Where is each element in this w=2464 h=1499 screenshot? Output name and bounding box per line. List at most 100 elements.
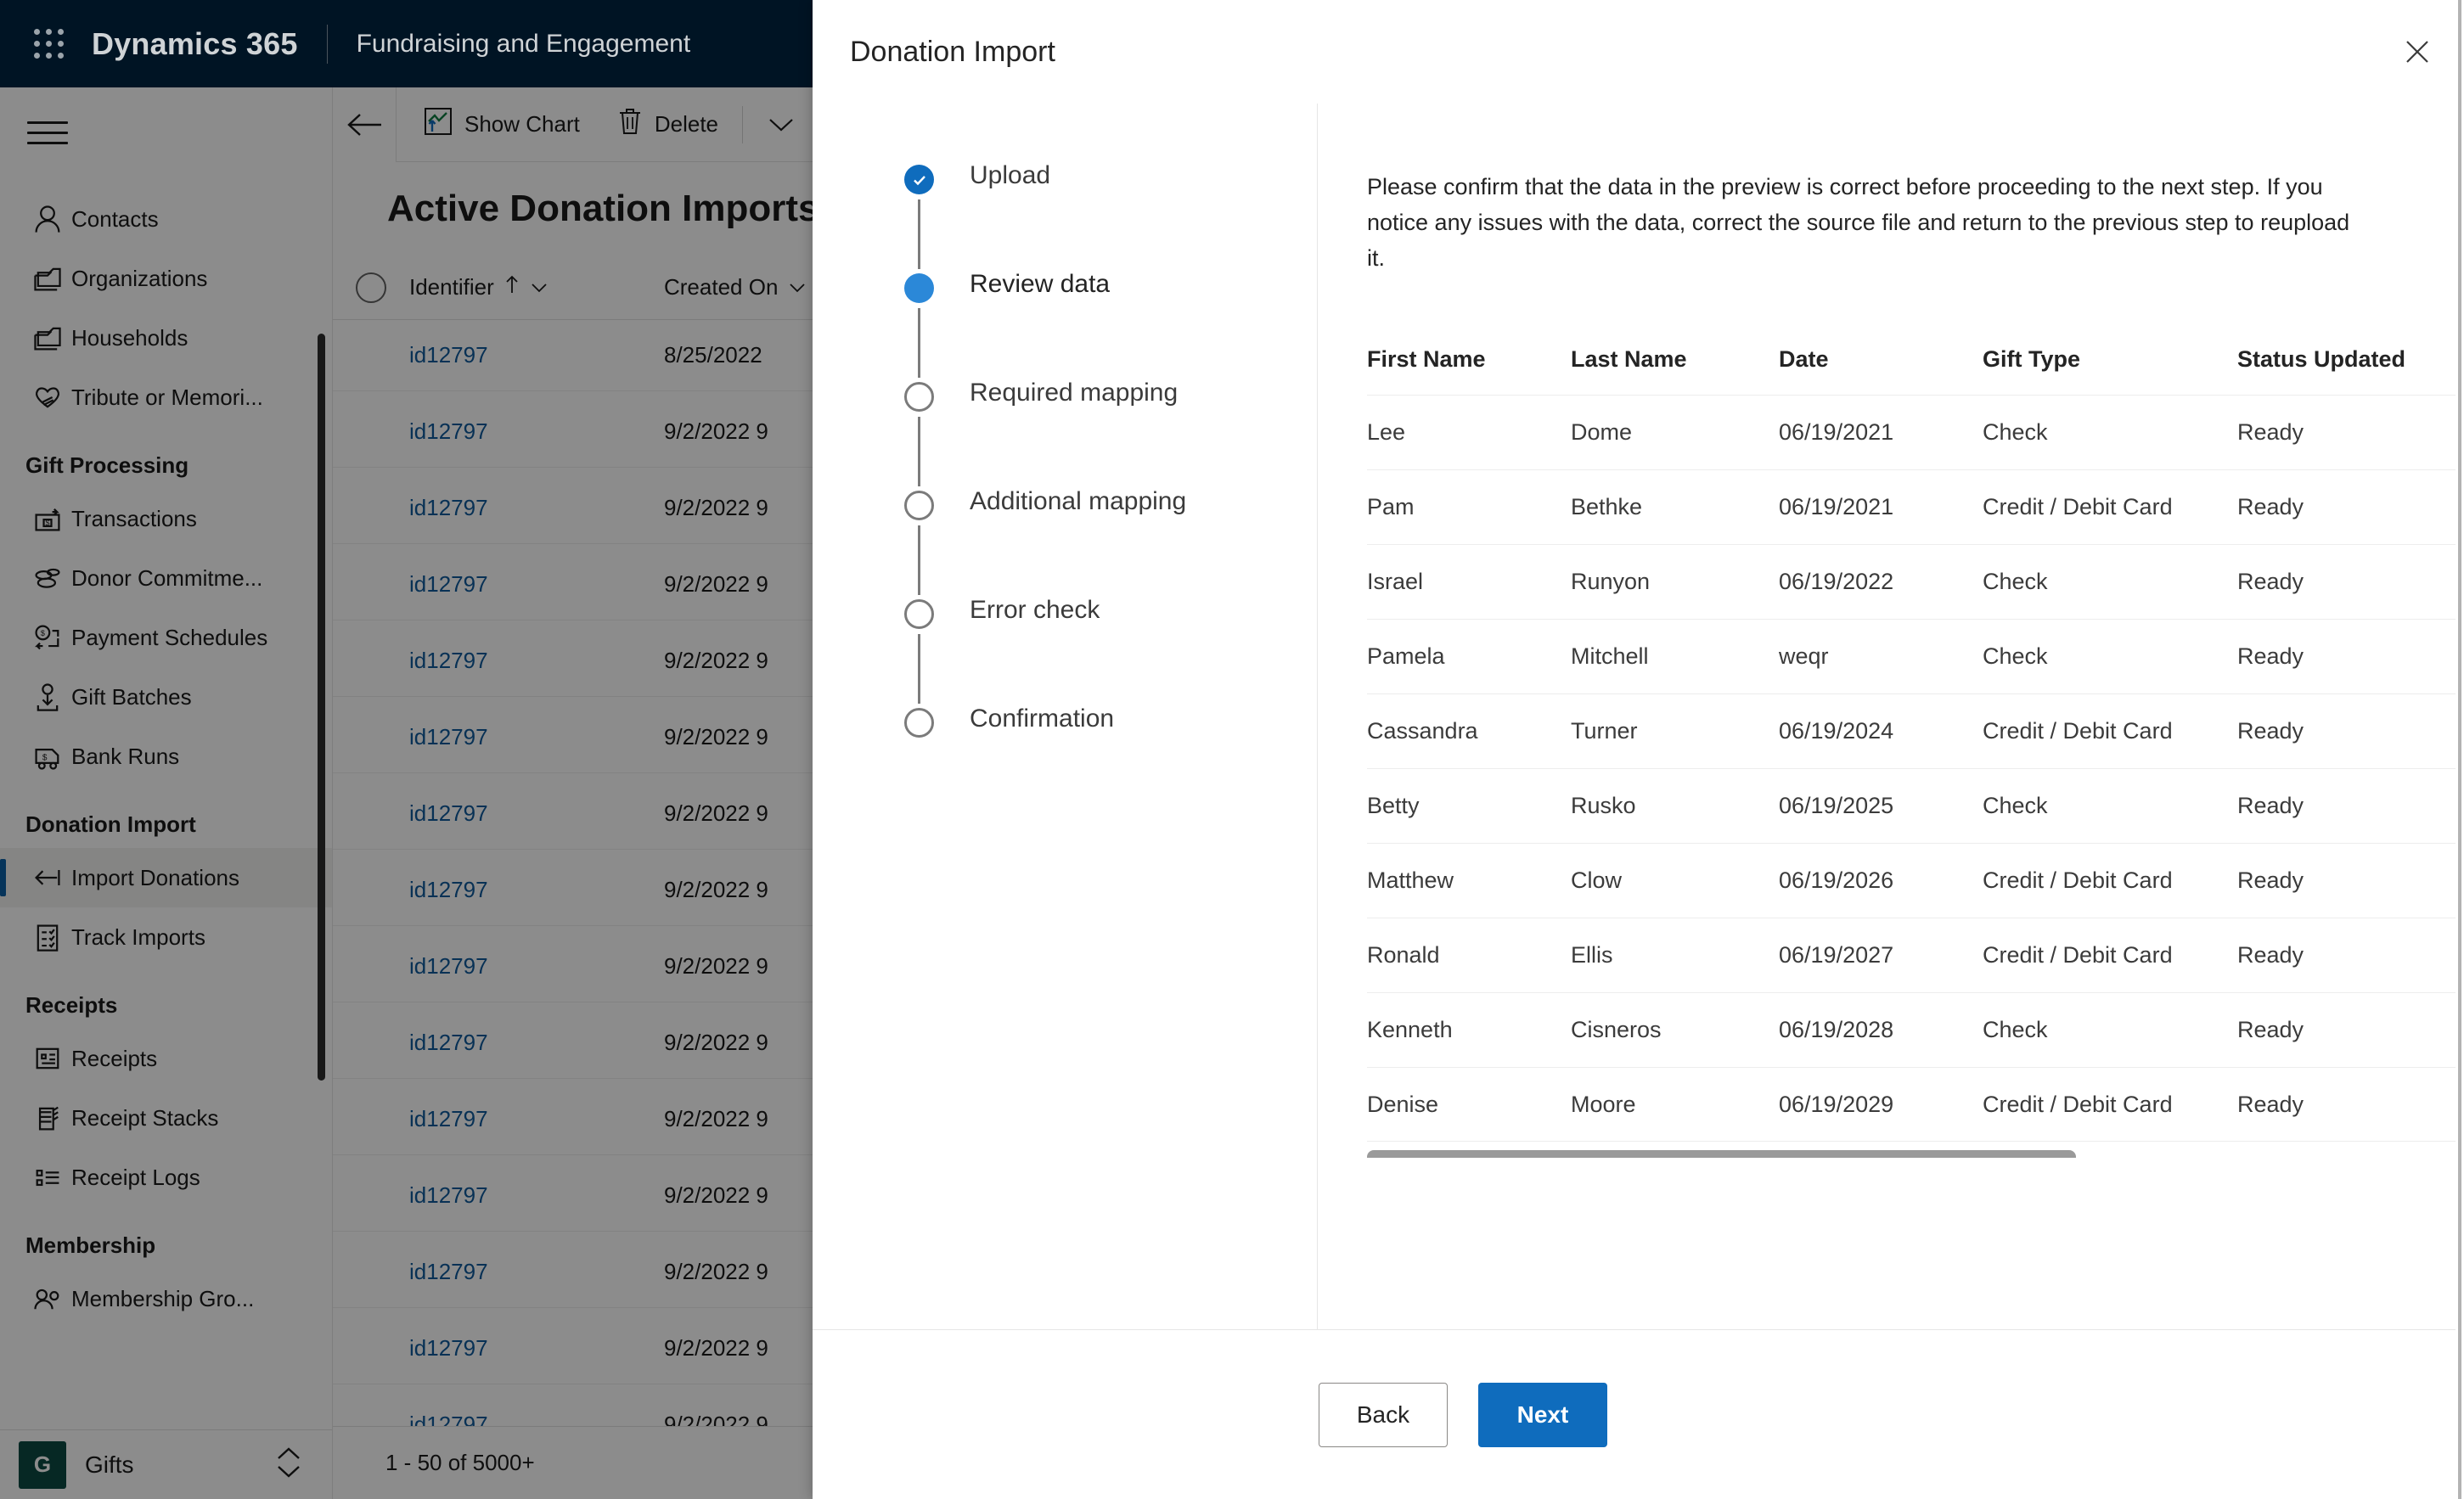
scrollbar-thumb[interactable] <box>1367 1149 2076 1158</box>
preview-cell: 06/19/2021 <box>1779 394 1983 470</box>
preview-table-row: Cassandra Turner 06/19/2024 Credit / Debit … <box>1367 693 2464 769</box>
preview-table-row: IsraelRunyon06/19/2022CheckReadyisr… <box>1367 543 2464 620</box>
preview-cell: 06/19/2029 <box>1779 1066 1983 1142</box>
preview-cell: Ronald <box>1367 917 1571 993</box>
preview-cell: Bethke <box>1571 469 1779 545</box>
app-root: Contacts Organizations Households Tribute o… <box>0 0 2464 1499</box>
back-button[interactable]: Back <box>1319 1382 1448 1447</box>
preview-cell: Ready <box>2237 917 2464 993</box>
table-bottom-rule <box>1367 1140 2464 1142</box>
preview-table-row: BettyRusko06/19/2025CheckReadybe… <box>1367 767 2464 844</box>
brand-divider <box>326 24 328 64</box>
dialog-header: Donation Import <box>813 0 2464 104</box>
preview-table-row: LeeDome06/19/2021CheckReadycl… <box>1367 394 2464 470</box>
preview-cell: Turner <box>1571 693 1779 769</box>
preview-cell: Ready <box>2237 842 2464 918</box>
preview-cell: Ready <box>2237 767 2464 844</box>
preview-cell: Mitchell <box>1571 618 1779 694</box>
brand-title[interactable]: Dynamics 365 <box>92 26 298 62</box>
preview-cell: Ready <box>2237 394 2464 470</box>
preview-table-row: Matthew Clow 06/19/2026 Credit / Debit Card… <box>1367 842 2464 918</box>
preview-cell: Credit / Debit Card <box>1983 842 2237 918</box>
step-pending-circle-icon <box>904 708 934 738</box>
step-connector-line <box>918 199 920 269</box>
preview-cell: Runyon <box>1571 543 1779 620</box>
step-pending-circle-icon <box>904 599 934 629</box>
preview-cell: Cisneros <box>1571 991 1779 1068</box>
preview-cell: Ready <box>2237 1066 2464 1142</box>
wizard-step-confirmation[interactable]: Confirmation <box>904 705 1317 817</box>
preview-table-row: Pam Bethke 06/19/2021 Credit / Debit Card Re… <box>1367 469 2464 545</box>
close-icon[interactable] <box>2371 5 2464 98</box>
app-name[interactable]: Fundraising and Engagement <box>357 30 691 59</box>
preview-table-row: Denise Moore 06/19/2029 Credit / Debit Card… <box>1367 1066 2464 1142</box>
preview-cell: Credit / Debit Card <box>1983 1066 2237 1142</box>
preview-cell: Kenneth <box>1367 991 1571 1068</box>
preview-table: First Name Last Name Date Gift Type Status U… <box>1367 336 2464 1142</box>
preview-instructions: Please confirm that the data in the prev… <box>1367 174 2350 271</box>
preview-cell: Check <box>1983 543 2237 620</box>
preview-cell: Check <box>1983 767 2237 844</box>
preview-cell: Credit / Debit Card <box>1983 469 2237 545</box>
preview-cell: Ready <box>2237 991 2464 1068</box>
preview-column-header: Last Name <box>1571 345 1687 372</box>
preview-cell: Ready <box>2237 693 2464 769</box>
wizard-stepper: Upload Review data Required mapping Additio… <box>813 104 1318 1329</box>
preview-cell: 06/19/2022 <box>1779 543 1983 620</box>
step-connector-line <box>918 525 920 595</box>
preview-cell: Cassandra <box>1367 693 1571 769</box>
preview-column-header: Status Updated <box>2237 345 2406 372</box>
waffle-icon[interactable] <box>19 29 78 59</box>
step-connector-line <box>918 417 920 486</box>
preview-column-header: First Name <box>1367 345 1486 372</box>
step-label: Additional mapping <box>970 487 1187 515</box>
preview-cell: Credit / Debit Card <box>1983 917 2237 993</box>
preview-table-row: PamelaMitchellweqrCheckReadypa… <box>1367 618 2464 694</box>
dialog-vertical-scrollbar[interactable] <box>2456 0 2464 1499</box>
step-label: Review data <box>970 270 1111 298</box>
preview-cell: 06/19/2024 <box>1779 693 1983 769</box>
preview-table-header-row: First Name Last Name Date Gift Type Status U… <box>1367 336 2464 396</box>
preview-cell: Pam <box>1367 469 1571 545</box>
wizard-step-error-check[interactable]: Error check <box>904 596 1317 708</box>
step-label: Error check <box>970 596 1100 624</box>
preview-cell: Ellis <box>1571 917 1779 993</box>
next-button[interactable]: Next <box>1478 1382 1607 1447</box>
preview-cell: Pamela <box>1367 618 1571 694</box>
preview-cell: Ready <box>2237 469 2464 545</box>
wizard-step-review-data[interactable]: Review data <box>904 270 1317 382</box>
preview-cell: Moore <box>1571 1066 1779 1142</box>
preview-column-header: Date <box>1779 345 1829 372</box>
preview-cell: 06/19/2026 <box>1779 842 1983 918</box>
preview-cell: Check <box>1983 991 2237 1068</box>
preview-cell: Lee <box>1367 394 1571 470</box>
preview-cell: Ready <box>2237 543 2464 620</box>
preview-cell: Clow <box>1571 842 1779 918</box>
preview-table-row: KennethCisneros06/19/2028CheckReadyke… <box>1367 991 2464 1068</box>
preview-table-row: Ronald Ellis 06/19/2027 Credit / Debit Card… <box>1367 917 2464 993</box>
preview-cell: 06/19/2025 <box>1779 767 1983 844</box>
preview-cell: Check <box>1983 618 2237 694</box>
preview-cell: 06/19/2021 <box>1779 469 1983 545</box>
wizard-step-required-mapping[interactable]: Required mapping <box>904 379 1317 491</box>
step-pending-circle-icon <box>904 382 934 412</box>
preview-cell: Dome <box>1571 394 1779 470</box>
donation-import-dialog: Donation Import Upload Review data Require… <box>813 0 2464 1499</box>
dialog-footer: Back Next <box>813 1329 2464 1499</box>
preview-cell: Rusko <box>1571 767 1779 844</box>
step-label: Upload <box>970 161 1051 189</box>
preview-horizontal-scrollbar[interactable] <box>1367 1149 2464 1158</box>
step-connector-line <box>918 634 920 704</box>
preview-cell: 06/19/2027 <box>1779 917 1983 993</box>
wizard-step-upload[interactable]: Upload <box>904 161 1317 273</box>
preview-cell: Denise <box>1367 1066 1571 1142</box>
wizard-step-additional-mapping[interactable]: Additional mapping <box>904 487 1317 599</box>
preview-cell: Betty <box>1367 767 1571 844</box>
step-label: Required mapping <box>970 379 1179 407</box>
preview-cell: weqr <box>1779 618 1983 694</box>
preview-cell: Israel <box>1367 543 1571 620</box>
preview-column-header: Gift Type <box>1983 345 2081 372</box>
step-pending-circle-icon <box>904 491 934 520</box>
step-complete-check-icon <box>904 165 934 194</box>
preview-table-wrap: First Name Last Name Date Gift Type Status U… <box>1367 336 2464 1158</box>
